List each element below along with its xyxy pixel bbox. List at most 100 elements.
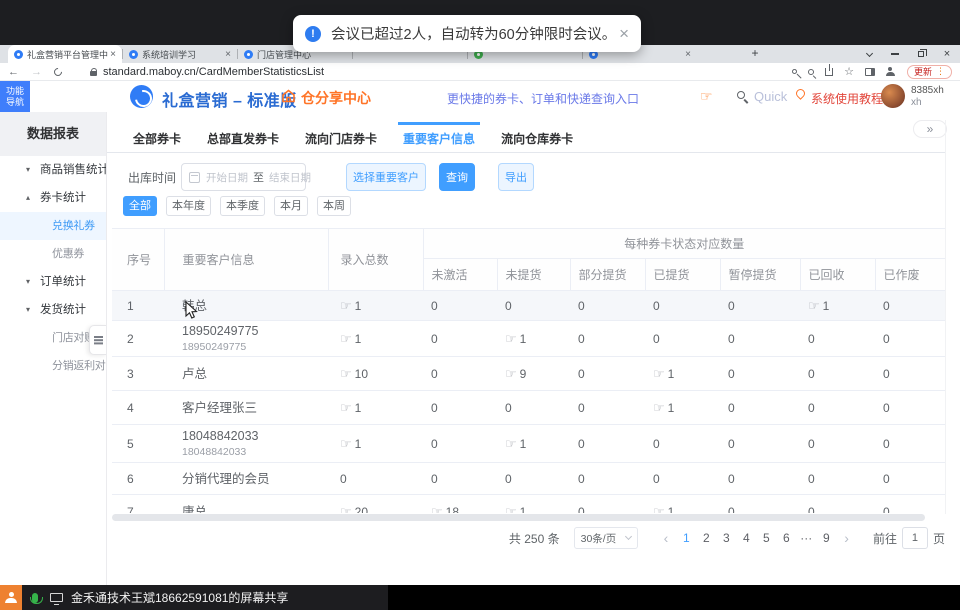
query-button[interactable]: 查询 — [439, 163, 475, 191]
pointing-hand-icon: ☞ — [700, 88, 713, 105]
col-customer: 重要客户信息 — [164, 229, 328, 291]
sidebar-item-8[interactable]: 分销返利对账 — [0, 352, 106, 380]
customer-cell[interactable]: 1804884203318048842033 — [164, 425, 328, 463]
quick-range-2[interactable]: 本年度 — [166, 196, 211, 216]
prev-page-button[interactable]: ‹ — [664, 530, 669, 546]
page-size-select[interactable]: 30条/页 — [574, 527, 638, 549]
page-number-1[interactable]: 1 — [677, 531, 695, 545]
customer-name: 客户经理张三 — [182, 401, 328, 415]
reload-icon[interactable] — [52, 66, 63, 77]
count-value: 0 — [431, 401, 438, 415]
quick-range-5[interactable]: 本周 — [317, 196, 351, 216]
window-minimize-button[interactable] — [882, 45, 908, 63]
system-tutorial-link[interactable]: 系统使用教程 — [811, 90, 883, 107]
warehouse-share-center-link[interactable]: 仓分享中心 — [301, 88, 371, 108]
page-number-3[interactable]: 3 — [717, 531, 735, 545]
sidebar-item-1[interactable]: ▾商品销售统计 — [0, 156, 106, 184]
export-button[interactable]: 导出 — [498, 163, 534, 191]
link-count-cell[interactable]: ☞1 — [497, 425, 570, 463]
share-icon[interactable] — [825, 68, 833, 76]
tab-close-icon[interactable]: × — [685, 49, 691, 60]
browser-tab-2[interactable]: 系统培训学习× — [123, 45, 237, 63]
expand-panel-button[interactable]: » — [913, 120, 947, 138]
link-count-cell[interactable]: ☞1 — [800, 291, 875, 321]
toast-close-icon[interactable]: × — [619, 24, 629, 44]
next-page-button[interactable]: › — [844, 530, 849, 546]
sidebar-item-2[interactable]: ▴券卡统计 — [0, 184, 106, 212]
window-restore-button[interactable] — [908, 45, 934, 63]
quick-range-3[interactable]: 本季度 — [220, 196, 265, 216]
page-number-5[interactable]: 5 — [757, 531, 775, 545]
url-text[interactable]: standard.maboy.cn/CardMemberStatisticsLi… — [103, 66, 324, 78]
sidebar-item-label: 商品销售统计 — [40, 164, 107, 176]
quick-search-label[interactable]: Quick — [754, 89, 787, 104]
side-panel-icon[interactable] — [865, 68, 875, 76]
select-customer-button[interactable]: 选择重要客户 — [346, 163, 426, 191]
quick-range-4[interactable]: 本月 — [274, 196, 308, 216]
customer-cell[interactable]: 客户经理张三 — [164, 391, 328, 425]
tab-3[interactable]: 流向门店券卡 — [300, 122, 382, 152]
page-number-4[interactable]: 4 — [737, 531, 755, 545]
link-count-cell[interactable]: ☞1 — [497, 321, 570, 357]
count-cell: 0 — [800, 425, 875, 463]
microphone-icon — [32, 593, 38, 603]
password-key-icon[interactable] — [792, 69, 797, 74]
sidebar-item-5[interactable]: ▾订单统计 — [0, 268, 106, 296]
page-number-2[interactable]: 2 — [697, 531, 715, 545]
count-value: 0 — [808, 472, 815, 486]
link-count-cell[interactable]: ☞1 — [645, 495, 720, 514]
link-count-cell[interactable]: ☞18 — [423, 495, 497, 514]
quick-range-row: 全部本年度本季度本月本周 — [123, 196, 360, 216]
sidebar-collapse-handle[interactable] — [89, 325, 107, 355]
sidebar-item-6[interactable]: ▾发货统计 — [0, 296, 106, 324]
page-number-9[interactable]: 9 — [817, 531, 835, 545]
window-close-button[interactable]: × — [934, 45, 960, 63]
info-icon: ! — [305, 26, 321, 42]
link-count-cell[interactable]: ☞1 — [328, 425, 423, 463]
addressbar-actions: ☆ 更新 ⋮ — [781, 65, 952, 79]
link-count-cell[interactable]: ☞1 — [328, 321, 423, 357]
link-count-cell[interactable]: ☞1 — [645, 357, 720, 391]
bottom-bar: 金禾通技术王斌18662591081的屏幕共享 — [0, 585, 960, 610]
customer-cell[interactable]: 1895024977518950249775 — [164, 321, 328, 357]
customer-cell[interactable]: 唐总 — [164, 495, 328, 514]
tab-close-icon[interactable]: × — [110, 49, 116, 60]
forward-icon[interactable]: → — [31, 66, 42, 78]
horizontal-scrollbar[interactable] — [112, 514, 925, 521]
page-number-6[interactable]: 6 — [777, 531, 795, 545]
function-nav-toggle[interactable]: 功能 导航 — [0, 81, 30, 112]
tab-2[interactable]: 总部直发券卡 — [202, 122, 284, 152]
sidebar-item-4[interactable]: 优惠券 — [0, 240, 106, 268]
new-tab-button[interactable]: + — [748, 47, 762, 61]
zoom-icon[interactable] — [808, 69, 814, 75]
link-count-cell[interactable]: ☞1 — [497, 495, 570, 514]
link-count-cell[interactable]: ☞1 — [645, 391, 720, 425]
bookmark-star-icon[interactable]: ☆ — [844, 65, 854, 78]
link-count-cell[interactable]: ☞1 — [328, 291, 423, 321]
tab-title: 礼盒营销平台管理中心 — [27, 48, 108, 61]
link-count-cell[interactable]: ☞9 — [497, 357, 570, 391]
link-count-cell[interactable]: ☞1 — [328, 391, 423, 425]
tab-close-icon[interactable]: × — [225, 49, 231, 60]
tab-5[interactable]: 流向仓库券卡 — [496, 122, 578, 152]
customer-cell[interactable]: 卢总 — [164, 357, 328, 391]
goto-page-input[interactable]: 1 — [902, 527, 928, 549]
customer-name: 韩总 — [182, 299, 328, 313]
customer-cell[interactable]: 分销代理的会员 — [164, 463, 328, 495]
tab-search-icon[interactable] — [856, 45, 882, 63]
user-avatar[interactable] — [881, 84, 905, 108]
tab-1[interactable]: 全部券卡 — [128, 122, 186, 152]
profile-icon[interactable] — [886, 67, 895, 76]
tab-4[interactable]: 重要客户信息 — [398, 122, 480, 152]
link-count-cell[interactable]: ☞10 — [328, 357, 423, 391]
sidebar-item-3[interactable]: 兑换礼券 — [0, 212, 106, 240]
count-cell: 0 — [645, 425, 720, 463]
table-row: 1韩总☞100000☞10 — [112, 291, 945, 321]
chrome-update-button[interactable]: 更新 ⋮ — [907, 65, 952, 79]
date-range-input[interactable]: 开始日期 至 结束日期 — [181, 163, 306, 191]
search-icon[interactable] — [737, 91, 745, 99]
back-icon[interactable]: ← — [8, 66, 19, 78]
link-count-cell[interactable]: ☞20 — [328, 495, 423, 514]
quick-range-1[interactable]: 全部 — [123, 196, 157, 216]
browser-tab-1[interactable]: 礼盒营销平台管理中心× — [8, 45, 122, 63]
